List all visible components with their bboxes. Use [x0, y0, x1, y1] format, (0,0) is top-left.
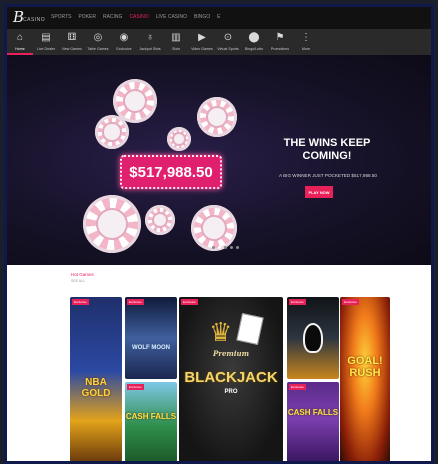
more-icon: ⋮ [301, 32, 311, 43]
casino-chip-image [95, 115, 129, 149]
hero-banner[interactable]: $517,988.50 THE WINS KEEP COMING! A BIG … [7, 55, 431, 265]
nav-item-promotions[interactable]: ⚑ Promotions [267, 29, 293, 55]
jackpot-amount: $517,988.50 [120, 155, 222, 189]
nav-item-label: Promotions [270, 47, 290, 51]
casino-chip-image [192, 92, 242, 142]
nav-item-home[interactable]: ⌂ Home [7, 29, 33, 55]
exclusive-badge: Exclusive [289, 299, 306, 305]
game-tile-goal-rush[interactable]: Exclusive GOAL! RUSH [340, 297, 390, 461]
nav-item-new-games[interactable]: ⚅ New Games [59, 29, 85, 55]
nav-item-label: Virtual Sports [217, 47, 239, 51]
penguin-image [303, 323, 323, 353]
dice-icon: ⚅ [67, 32, 77, 43]
top-link-e[interactable]: E [217, 14, 220, 20]
nav-item-label: New Games [62, 47, 82, 51]
nav-item-label: Exclusive [116, 47, 132, 51]
carousel-dot[interactable] [224, 246, 227, 249]
nav-item-jackpot-slots[interactable]: ♁ Jackpot Slots [137, 29, 163, 55]
top-link-casino[interactable]: CASINO [129, 14, 148, 20]
game-title: WOLF MOON [132, 345, 170, 351]
nav-item-label: Home [15, 47, 25, 51]
casino-chip-image [145, 205, 175, 235]
exclusive-badge: Exclusive [127, 299, 144, 305]
browser-frame: B CASINO SPORTS POKER RACING CASINO LIVE… [4, 4, 434, 464]
money-bag-icon: ♁ [146, 32, 154, 43]
carousel-dot[interactable] [230, 246, 233, 249]
target-icon: ◉ [119, 32, 129, 43]
play-now-button[interactable]: PLAY NOW [305, 186, 333, 198]
section-see-all-link[interactable]: SEE ALL [71, 279, 85, 283]
top-link-sports[interactable]: SPORTS [51, 14, 71, 20]
nav-item-exclusive[interactable]: ◉ Exclusive [111, 29, 137, 55]
carousel-dot[interactable] [212, 246, 215, 249]
carousel-dots [212, 246, 239, 249]
exclusive-badge: Exclusive [127, 384, 144, 390]
nav-item-label: Jackpot Slots [139, 47, 161, 51]
megaphone-icon: ⚑ [275, 32, 285, 43]
table-icon: ◎ [93, 32, 103, 43]
nav-item-label: Slots [172, 47, 180, 51]
exclusive-badge: Exclusive [181, 299, 198, 305]
top-link-racing[interactable]: RACING [103, 14, 122, 20]
casino-chip-image [181, 195, 247, 261]
game-tile-nba-gold[interactable]: Exclusive NBA GOLD [70, 297, 122, 461]
category-nav: ⌂ Home ▤ Live Dealer ⚅ New Games ◎ Table… [7, 29, 431, 55]
nav-item-label: Table Games [87, 47, 109, 51]
exclusive-badge: Exclusive [72, 299, 89, 305]
home-icon: ⌂ [16, 32, 24, 43]
game-tile-penguin[interactable]: Exclusive [287, 297, 339, 379]
nav-item-live-dealer[interactable]: ▤ Live Dealer [33, 29, 59, 55]
game-title: CASH FALLS [287, 408, 339, 417]
circle-target-icon: ⊙ [223, 32, 233, 43]
nav-item-label: Live Dealer [36, 47, 56, 51]
nav-item-table-games[interactable]: ◎ Table Games [85, 29, 111, 55]
cards-icon: ▤ [41, 32, 51, 43]
casino-logo[interactable]: B CASINO [13, 8, 49, 27]
nav-item-virtual-sports[interactable]: ⊙ Virtual Sports [215, 29, 241, 55]
game-tile-blackjack-premium[interactable]: Exclusive ♛ Premium BLACKJACK PRO [179, 297, 283, 461]
game-tile-cash-falls-left[interactable]: Exclusive CASH FALLS [125, 382, 177, 461]
game-tile-cash-falls-right[interactable]: Exclusive CASH FALLS [287, 382, 339, 461]
casino-chip-image [72, 184, 152, 264]
carousel-dot[interactable] [218, 246, 221, 249]
nav-item-slots[interactable]: ▥ Slots [163, 29, 189, 55]
game-title: NBA GOLD [81, 377, 111, 399]
slot-machine-icon: ▥ [171, 32, 181, 43]
top-links: SPORTS POKER RACING CASINO LIVE CASINO B… [51, 14, 220, 20]
game-tag: PRO [224, 389, 238, 395]
game-tile-wolf-moon[interactable]: Exclusive WOLF MOON [125, 297, 177, 379]
hero-headline: THE WINS KEEP COMING! [283, 137, 371, 162]
nav-item-label: More [301, 47, 311, 51]
top-bar: B CASINO SPORTS POKER RACING CASINO LIVE… [7, 7, 431, 29]
top-link-poker[interactable]: POKER [78, 14, 96, 20]
top-link-live-casino[interactable]: LIVE CASINO [156, 14, 187, 20]
playing-cards-image [236, 313, 264, 345]
section-title: Hot Games [71, 272, 94, 277]
nav-item-label: Video Games [191, 47, 213, 51]
game-subtitle: Premium [213, 349, 249, 358]
location-pin-icon: ⬤ [248, 32, 260, 43]
top-link-bingo[interactable]: BINGO [194, 14, 210, 20]
exclusive-badge: Exclusive [289, 384, 306, 390]
carousel-dot[interactable] [236, 246, 239, 249]
logo-word: CASINO [23, 17, 46, 23]
hero-subline: A BIG WINNER JUST POCKETED $517,988.50 [279, 173, 377, 178]
nav-item-bingo-lotto[interactable]: ⬤ Bingo/Lotto [241, 29, 267, 55]
nav-item-video-games[interactable]: ▶ Video Games [189, 29, 215, 55]
nav-item-label: Bingo/Lotto [244, 47, 264, 51]
casino-chip-image [167, 127, 191, 151]
play-icon: ▶ [198, 32, 206, 43]
crown-icon: ♛ [209, 317, 233, 347]
game-title: CASH FALLS [125, 412, 177, 421]
game-title: GOAL! RUSH [347, 355, 383, 379]
nav-item-more[interactable]: ⋮ More [293, 29, 319, 55]
game-title: BLACKJACK [184, 369, 278, 386]
exclusive-badge: Exclusive [342, 299, 359, 305]
